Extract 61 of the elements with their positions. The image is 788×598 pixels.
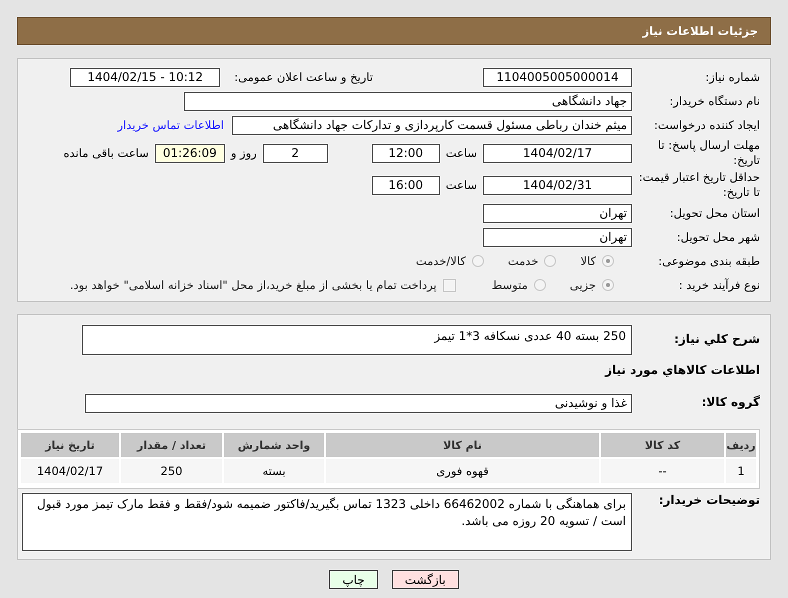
action-button[interactable]: چاپ: [329, 570, 378, 589]
column-header: تاریخ نیاز: [21, 433, 119, 457]
description-field: 250 بسته 40 عددی نسکافه 3*1 تیمز: [82, 325, 632, 355]
field-label: نام دستگاه خریدار:: [668, 94, 760, 108]
remaining-time-field: 01:26:09: [154, 144, 225, 162]
column-header: تعداد / مقدار: [121, 433, 222, 457]
table-cell: بسته: [224, 459, 324, 483]
table-cell: قهوه فوری: [326, 459, 599, 483]
option-label: پرداخت تمام یا بخشی از مبلغ خرید،از محل "اسناد خزانه اسلامی" خواهد بود.: [70, 278, 437, 292]
deadline-date-field: 1404/02/17: [483, 144, 632, 162]
field-label: تاریخ و ساعت اعلان عمومی:: [234, 70, 373, 84]
option-label: جزیی: [570, 278, 596, 292]
field-label: ساعت: [446, 146, 477, 160]
table-cell: 250: [121, 459, 222, 483]
field-label: ایجاد کننده درخواست:: [653, 118, 760, 132]
option-label: متوسط: [492, 278, 528, 292]
goods-group-field: غذا و نوشیدنی: [85, 394, 632, 412]
need-number-field: 1104005005000014: [483, 68, 632, 86]
checkbox[interactable]: [442, 278, 456, 292]
radio-button[interactable]: [602, 279, 614, 291]
field-label: شهر محل تحویل:: [676, 230, 760, 244]
column-header: رديف: [726, 433, 756, 457]
field-label: مهلت ارسال پاسخ: تا تاریخ:: [656, 138, 760, 168]
deadline-time-field: 12:00: [372, 144, 440, 162]
field-label: ساعت باقی مانده: [64, 146, 149, 160]
option-label: خدمت: [508, 254, 538, 268]
announce-date-field: 1404/02/15 - 10:12: [70, 68, 220, 86]
table-cell: 1: [726, 459, 756, 483]
validity-date-field: 1404/02/31: [483, 176, 632, 194]
buyer-org-field: جهاد دانشگاهی: [184, 92, 632, 110]
field-label: شرح کلي نياز:: [673, 332, 760, 348]
option-label: کالا: [580, 254, 596, 268]
radio-button[interactable]: [534, 279, 546, 291]
action-button[interactable]: بازگشت: [392, 570, 459, 589]
radio-button[interactable]: [602, 255, 614, 267]
field-label: شماره نیاز:: [704, 70, 760, 84]
field-label: نوع فرآیند خرید :: [678, 278, 760, 292]
option-label: کالا/خدمت: [416, 254, 466, 268]
field-label: ساعت: [446, 178, 477, 192]
field-label: حداقل تاریخ اعتبار قیمت: تا تاریخ:: [638, 170, 760, 200]
days-field: 2: [262, 144, 328, 162]
radio-button[interactable]: [544, 255, 556, 267]
table-cell: --: [601, 459, 724, 483]
province-field: تهران: [483, 204, 632, 222]
buyer-contact-link[interactable]: اطلاعات تماس خریدار: [117, 118, 224, 132]
buyer-notes-field: برای هماهنگی با شماره 66462002 داخلی 1323 تماس بگیرید/فاکتور ضمیمه شود/فقط و فقط مارک تیمز مورد قبول است / تسویه 20 روزه می باشد.: [22, 493, 632, 551]
column-header: کد کالا: [601, 433, 724, 457]
table-cell: 1404/02/17: [21, 459, 119, 483]
field-label: استان محل تحویل:: [668, 206, 760, 220]
page-title: جزئیات اطلاعات نیاز: [642, 24, 758, 38]
field-label: طبقه بندی موضوعی:: [657, 254, 760, 268]
field-label: گروه کالا:: [700, 395, 760, 411]
requester-field: میثم خندان رباطی مسئول قسمت کارپردازی و تدارکات جهاد دانشگاهی: [232, 116, 632, 134]
column-header: نام کالا: [326, 433, 599, 457]
radio-button[interactable]: [472, 255, 484, 267]
field-label: توضیحات خریدار:: [658, 493, 760, 509]
validity-time-field: 16:00: [372, 176, 440, 194]
column-header: واحد شمارش: [224, 433, 324, 457]
field-label: روز و: [230, 146, 257, 160]
section-heading: اطلاعات کالاهاي مورد نياز: [604, 363, 760, 377]
city-field: تهران: [483, 228, 632, 246]
